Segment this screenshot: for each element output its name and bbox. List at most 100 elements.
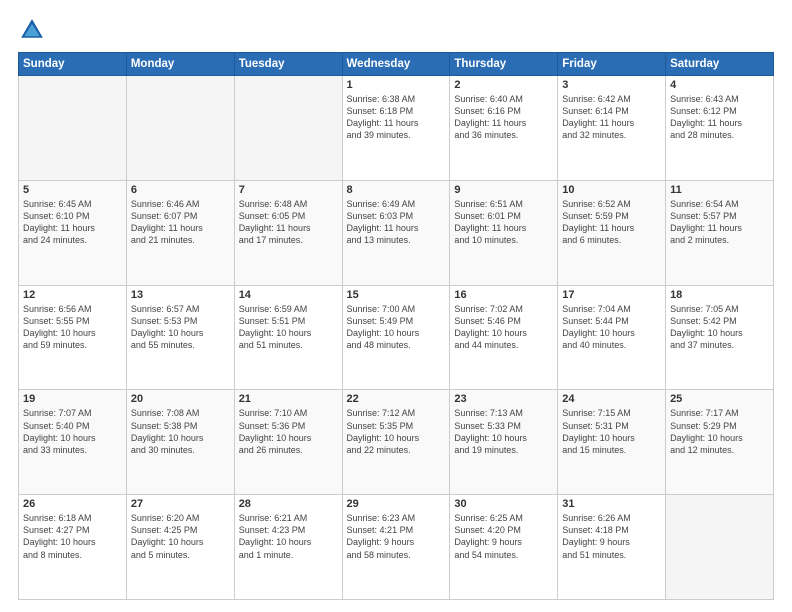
calendar-cell: 18 Sunrise: 7:05 AM Sunset: 5:42 PM Dayli… <box>666 285 774 390</box>
day-number: 31 <box>562 498 661 510</box>
day-number: 28 <box>239 498 338 510</box>
day-number: 19 <box>23 393 122 405</box>
day-info: Sunrise: 6:56 AM Sunset: 5:55 PM Dayligh… <box>23 303 122 352</box>
day-info: Sunrise: 6:48 AM Sunset: 6:05 PM Dayligh… <box>239 198 338 247</box>
calendar-cell: 1Sunrise: 6:38 AM Sunset: 6:18 PM Daylig… <box>342 76 450 181</box>
calendar-cell <box>666 495 774 600</box>
day-number: 3 <box>562 79 661 91</box>
calendar-cell: 30 Sunrise: 6:25 AM Sunset: 4:20 PM Dayli… <box>450 495 558 600</box>
day-info: Sunrise: 6:43 AM Sunset: 6:12 PM Dayligh… <box>670 93 769 142</box>
calendar-week-2: 5 Sunrise: 6:45 AM Sunset: 6:10 PM Daylig… <box>19 180 774 285</box>
day-number: 25 <box>670 393 769 405</box>
weekday-header-row: SundayMondayTuesdayWednesdayThursdayFrid… <box>19 53 774 76</box>
day-number: 30 <box>454 498 553 510</box>
calendar-cell: 28 Sunrise: 6:21 AM Sunset: 4:23 PM Dayli… <box>234 495 342 600</box>
calendar-cell: 29 Sunrise: 6:23 AM Sunset: 4:21 PM Dayli… <box>342 495 450 600</box>
day-info: Sunrise: 7:15 AM Sunset: 5:31 PM Dayligh… <box>562 407 661 456</box>
calendar-cell <box>126 76 234 181</box>
calendar-cell: 26Sunrise: 6:18 AM Sunset: 4:27 PM Dayli… <box>19 495 127 600</box>
calendar-cell: 23 Sunrise: 7:13 AM Sunset: 5:33 PM Dayli… <box>450 390 558 495</box>
day-number: 15 <box>347 289 446 301</box>
weekday-header-thursday: Thursday <box>450 53 558 76</box>
logo-icon <box>18 16 46 44</box>
calendar-cell: 15 Sunrise: 7:00 AM Sunset: 5:49 PM Dayli… <box>342 285 450 390</box>
calendar-cell: 11Sunrise: 6:54 AM Sunset: 5:57 PM Dayli… <box>666 180 774 285</box>
calendar-cell: 12 Sunrise: 6:56 AM Sunset: 5:55 PM Dayli… <box>19 285 127 390</box>
weekday-header-saturday: Saturday <box>666 53 774 76</box>
day-number: 4 <box>670 79 769 91</box>
day-number: 14 <box>239 289 338 301</box>
calendar-cell: 3 Sunrise: 6:42 AM Sunset: 6:14 PM Daylig… <box>558 76 666 181</box>
day-number: 23 <box>454 393 553 405</box>
day-info: Sunrise: 7:10 AM Sunset: 5:36 PM Dayligh… <box>239 407 338 456</box>
day-info: Sunrise: 6:57 AM Sunset: 5:53 PM Dayligh… <box>131 303 230 352</box>
calendar-cell: 20Sunrise: 7:08 AM Sunset: 5:38 PM Dayli… <box>126 390 234 495</box>
calendar-cell: 31 Sunrise: 6:26 AM Sunset: 4:18 PM Dayli… <box>558 495 666 600</box>
calendar-cell: 8Sunrise: 6:49 AM Sunset: 6:03 PM Daylig… <box>342 180 450 285</box>
weekday-header-monday: Monday <box>126 53 234 76</box>
day-info: Sunrise: 7:05 AM Sunset: 5:42 PM Dayligh… <box>670 303 769 352</box>
day-number: 7 <box>239 184 338 196</box>
calendar-cell: 17Sunrise: 7:04 AM Sunset: 5:44 PM Dayli… <box>558 285 666 390</box>
day-number: 21 <box>239 393 338 405</box>
day-number: 29 <box>347 498 446 510</box>
day-number: 18 <box>670 289 769 301</box>
day-info: Sunrise: 6:21 AM Sunset: 4:23 PM Dayligh… <box>239 512 338 561</box>
calendar-cell: 22 Sunrise: 7:12 AM Sunset: 5:35 PM Dayli… <box>342 390 450 495</box>
day-number: 16 <box>454 289 553 301</box>
day-number: 22 <box>347 393 446 405</box>
day-number: 10 <box>562 184 661 196</box>
day-number: 24 <box>562 393 661 405</box>
calendar-cell: 2 Sunrise: 6:40 AM Sunset: 6:16 PM Daylig… <box>450 76 558 181</box>
calendar-cell: 16 Sunrise: 7:02 AM Sunset: 5:46 PM Dayli… <box>450 285 558 390</box>
day-number: 5 <box>23 184 122 196</box>
weekday-header-tuesday: Tuesday <box>234 53 342 76</box>
calendar-cell: 19 Sunrise: 7:07 AM Sunset: 5:40 PM Dayli… <box>19 390 127 495</box>
day-info: Sunrise: 6:42 AM Sunset: 6:14 PM Dayligh… <box>562 93 661 142</box>
day-number: 26 <box>23 498 122 510</box>
calendar-cell: 6 Sunrise: 6:46 AM Sunset: 6:07 PM Daylig… <box>126 180 234 285</box>
day-number: 20 <box>131 393 230 405</box>
day-info: Sunrise: 7:13 AM Sunset: 5:33 PM Dayligh… <box>454 407 553 456</box>
day-info: Sunrise: 6:51 AM Sunset: 6:01 PM Dayligh… <box>454 198 553 247</box>
day-info: Sunrise: 6:52 AM Sunset: 5:59 PM Dayligh… <box>562 198 661 247</box>
calendar-week-4: 19 Sunrise: 7:07 AM Sunset: 5:40 PM Dayli… <box>19 390 774 495</box>
day-info: Sunrise: 6:26 AM Sunset: 4:18 PM Dayligh… <box>562 512 661 561</box>
day-info: Sunrise: 7:00 AM Sunset: 5:49 PM Dayligh… <box>347 303 446 352</box>
day-number: 11 <box>670 184 769 196</box>
day-info: Sunrise: 6:25 AM Sunset: 4:20 PM Dayligh… <box>454 512 553 561</box>
calendar-cell: 25 Sunrise: 7:17 AM Sunset: 5:29 PM Dayli… <box>666 390 774 495</box>
calendar-cell: 9 Sunrise: 6:51 AM Sunset: 6:01 PM Daylig… <box>450 180 558 285</box>
day-info: Sunrise: 7:07 AM Sunset: 5:40 PM Dayligh… <box>23 407 122 456</box>
day-info: Sunrise: 7:02 AM Sunset: 5:46 PM Dayligh… <box>454 303 553 352</box>
logo <box>18 16 50 44</box>
day-number: 12 <box>23 289 122 301</box>
calendar-cell: 27Sunrise: 6:20 AM Sunset: 4:25 PM Dayli… <box>126 495 234 600</box>
day-number: 6 <box>131 184 230 196</box>
day-number: 2 <box>454 79 553 91</box>
day-info: Sunrise: 7:17 AM Sunset: 5:29 PM Dayligh… <box>670 407 769 456</box>
day-info: Sunrise: 6:59 AM Sunset: 5:51 PM Dayligh… <box>239 303 338 352</box>
calendar-cell: 5 Sunrise: 6:45 AM Sunset: 6:10 PM Daylig… <box>19 180 127 285</box>
calendar-week-3: 12 Sunrise: 6:56 AM Sunset: 5:55 PM Dayli… <box>19 285 774 390</box>
calendar-cell <box>234 76 342 181</box>
day-info: Sunrise: 7:12 AM Sunset: 5:35 PM Dayligh… <box>347 407 446 456</box>
day-number: 1 <box>347 79 446 91</box>
page: SundayMondayTuesdayWednesdayThursdayFrid… <box>0 0 792 612</box>
day-info: Sunrise: 6:46 AM Sunset: 6:07 PM Dayligh… <box>131 198 230 247</box>
day-info: Sunrise: 6:40 AM Sunset: 6:16 PM Dayligh… <box>454 93 553 142</box>
day-number: 27 <box>131 498 230 510</box>
day-info: Sunrise: 6:45 AM Sunset: 6:10 PM Dayligh… <box>23 198 122 247</box>
weekday-header-sunday: Sunday <box>19 53 127 76</box>
header <box>18 16 774 44</box>
day-info: Sunrise: 6:23 AM Sunset: 4:21 PM Dayligh… <box>347 512 446 561</box>
day-number: 17 <box>562 289 661 301</box>
calendar-cell: 10 Sunrise: 6:52 AM Sunset: 5:59 PM Dayli… <box>558 180 666 285</box>
day-number: 13 <box>131 289 230 301</box>
calendar-week-1: 1Sunrise: 6:38 AM Sunset: 6:18 PM Daylig… <box>19 76 774 181</box>
day-number: 8 <box>347 184 446 196</box>
calendar-cell: 7 Sunrise: 6:48 AM Sunset: 6:05 PM Daylig… <box>234 180 342 285</box>
calendar-cell: 4 Sunrise: 6:43 AM Sunset: 6:12 PM Daylig… <box>666 76 774 181</box>
calendar-cell: 14 Sunrise: 6:59 AM Sunset: 5:51 PM Dayli… <box>234 285 342 390</box>
day-number: 9 <box>454 184 553 196</box>
